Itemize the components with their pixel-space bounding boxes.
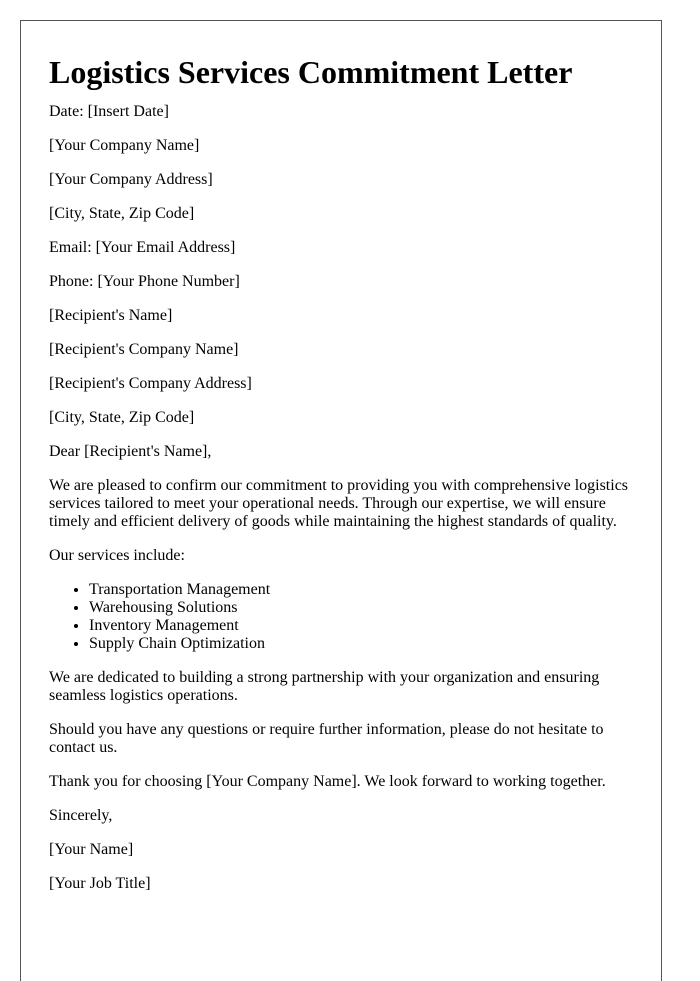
signature-title: [Your Job Title] bbox=[49, 875, 151, 892]
sender-email: Email: [Your Email Address] bbox=[49, 239, 236, 256]
date-line: Date: [Insert Date] bbox=[49, 103, 169, 120]
recipient-city-state-zip: [City, State, Zip Code] bbox=[49, 409, 195, 426]
salutation: Dear [Recipient's Name], bbox=[49, 443, 212, 460]
services-list-item: Inventory Management bbox=[89, 617, 632, 635]
sender-city-state-zip: [City, State, Zip Code] bbox=[49, 205, 195, 222]
recipient-company-name: [Recipient's Company Name] bbox=[49, 341, 239, 358]
closing: Sincerely, bbox=[49, 807, 113, 824]
recipient-company-address: [Recipient's Company Address] bbox=[49, 375, 252, 392]
services-list-item: Warehousing Solutions bbox=[89, 599, 632, 617]
recipient-name: [Recipient's Name] bbox=[49, 307, 173, 324]
questions-paragraph: Should you have any questions or require… bbox=[49, 721, 604, 756]
services-list-item: Supply Chain Optimization bbox=[89, 635, 632, 653]
sender-company-address: [Your Company Address] bbox=[49, 171, 213, 188]
services-intro: Our services include: bbox=[49, 547, 185, 564]
services-list: Transportation Management Warehousing So… bbox=[49, 581, 632, 653]
partnership-paragraph: We are dedicated to building a strong pa… bbox=[49, 669, 600, 704]
sender-phone: Phone: [Your Phone Number] bbox=[49, 273, 240, 290]
thanks-paragraph: Thank you for choosing [Your Company Nam… bbox=[49, 773, 606, 790]
letter-container: Logistics Services Commitment Letter Dat… bbox=[20, 20, 662, 981]
intro-paragraph: We are pleased to confirm our commitment… bbox=[49, 477, 629, 530]
services-list-item: Transportation Management bbox=[89, 581, 632, 599]
signature-name: [Your Name] bbox=[49, 841, 134, 858]
letter-title: Logistics Services Commitment Letter bbox=[49, 54, 573, 90]
sender-company-name: [Your Company Name] bbox=[49, 137, 200, 154]
